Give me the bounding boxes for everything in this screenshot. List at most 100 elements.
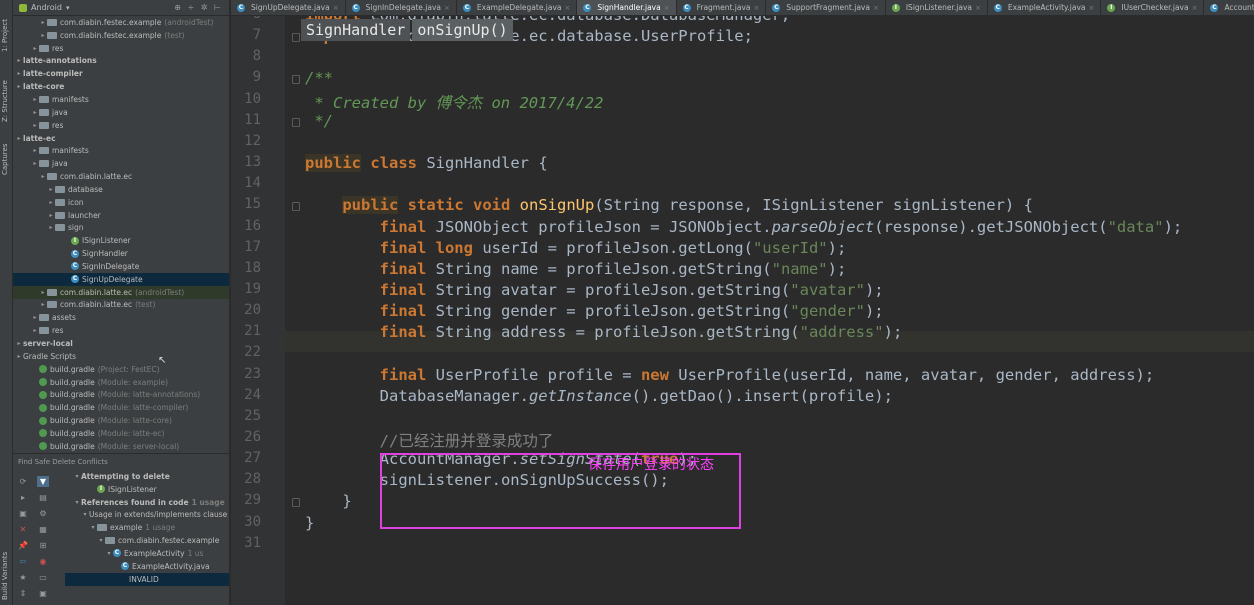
tree-item[interactable]: ▸ icon <box>13 196 229 209</box>
tree-item[interactable]: build.gradle (Project: FestEC) <box>13 363 229 376</box>
tree-item[interactable]: ▸ res <box>13 324 229 337</box>
tree-item[interactable]: ▸ com.diabin.latte.ec (androidTest) <box>13 285 229 299</box>
tree-item[interactable]: ▸ res <box>13 42 229 55</box>
tree-item[interactable]: ▸ server-local <box>13 337 229 350</box>
tree-item[interactable]: ▸ Gradle Scripts <box>13 350 229 363</box>
fold-marker-icon[interactable] <box>292 117 300 127</box>
close-tab-icon[interactable]: × <box>664 4 670 12</box>
breadcrumb-class[interactable]: SignHandler <box>301 19 411 41</box>
project-panel-tools[interactable]: ⊕ ÷ ✲ ⊢ <box>174 3 223 12</box>
breadcrumb-method[interactable]: onSignUp() <box>412 19 513 41</box>
tree-item[interactable]: ▸ java <box>13 157 229 170</box>
tree-toggle-icon[interactable]: ▸ <box>47 224 55 231</box>
tree-toggle-icon[interactable]: ▸ <box>31 147 39 154</box>
find-result-item[interactable]: ▾ References found in code 1 usage <box>65 496 229 509</box>
tree-item[interactable]: build.gradle (Module: example) <box>13 376 229 389</box>
tree-toggle-icon[interactable]: ▸ <box>39 32 47 39</box>
tree-toggle-icon[interactable]: ▸ <box>31 160 39 167</box>
tree-toggle-icon[interactable]: ▸ <box>31 45 39 52</box>
close-tab-icon[interactable]: × <box>444 4 450 12</box>
close-tab-icon[interactable]: × <box>754 4 760 12</box>
tree-item[interactable]: ▸ manifests <box>13 144 229 157</box>
tree-toggle-icon[interactable]: ▸ <box>15 83 23 90</box>
tree-toggle-icon[interactable]: ▸ <box>39 289 47 296</box>
tree-toggle-icon[interactable]: ▸ <box>47 186 55 193</box>
tree-item[interactable]: ▸ res <box>13 119 229 132</box>
tree-item[interactable]: C SignInDelegate <box>13 260 229 273</box>
code-line[interactable]: final UserProfile profile = new UserProf… <box>305 366 1155 384</box>
tree-toggle-icon[interactable]: ▾ <box>97 537 105 544</box>
tree-toggle-icon[interactable]: ▸ <box>15 70 23 77</box>
close-tab-icon[interactable]: × <box>873 4 879 12</box>
tree-toggle-icon[interactable]: ▸ <box>31 327 39 334</box>
record-icon[interactable]: ◉ <box>37 556 49 567</box>
tree-item[interactable]: build.gradle (Module: latte-compiler) <box>13 401 229 414</box>
tree-toggle-icon[interactable]: ▸ <box>39 173 47 180</box>
tree-item[interactable]: ▸ latte-core <box>13 80 229 93</box>
pin-icon[interactable]: ▣ <box>17 508 29 519</box>
structure-tool-tab[interactable]: Z: Structure <box>1 64 12 122</box>
find-result-item[interactable]: ▾ Attempting to delete <box>65 470 229 483</box>
tree-item[interactable]: ▸ latte-ec <box>13 132 229 145</box>
tree-toggle-icon[interactable]: ▸ <box>15 340 23 347</box>
project-tool-tab[interactable]: 1: Project <box>1 4 12 52</box>
close-tab-icon[interactable]: × <box>565 4 571 12</box>
tree-item[interactable]: ▸ assets <box>13 311 229 324</box>
tree-item[interactable]: build.gradle (Module: server-local) <box>13 440 229 453</box>
tree-item[interactable]: build.gradle (Module: latte-ec) <box>13 427 229 440</box>
tree-item[interactable]: ▸ latte-compiler <box>13 67 229 80</box>
tree-item[interactable]: ▸ sign <box>13 222 229 235</box>
fold-marker-icon[interactable] <box>292 75 300 85</box>
tree-toggle-icon[interactable]: ▸ <box>31 314 39 321</box>
settings-icon[interactable]: ⚙ <box>37 508 49 519</box>
fold-marker-icon[interactable] <box>292 498 300 508</box>
tree-toggle-icon[interactable]: ▾ <box>73 473 81 480</box>
find-result-item[interactable]: C ExampleActivity.java <box>65 560 229 573</box>
tree-item[interactable]: ▸ database <box>13 183 229 196</box>
editor-tab[interactable]: C ExampleDelegate.java × <box>457 0 578 15</box>
tree-item[interactable]: ▸ com.diabin.latte.ec <box>13 170 229 183</box>
code-editor[interactable]: 6import com.diabin.latte.ec.database.Dat… <box>231 16 1254 605</box>
tree-item[interactable]: ▸ launcher <box>13 209 229 222</box>
group-icon[interactable]: ▤ <box>37 492 49 503</box>
tree-toggle-icon[interactable]: ▸ <box>39 301 47 308</box>
code-line[interactable]: final JSONObject profileJson = JSONObjec… <box>305 218 1183 236</box>
sort-icon[interactable]: ⇕ <box>17 588 29 599</box>
editor-tab[interactable]: C SignInDelegate.java × <box>346 0 457 15</box>
fold-marker-icon[interactable] <box>292 33 300 43</box>
editor-tab[interactable]: CAccountManager.java× <box>1204 0 1254 15</box>
tree-item[interactable]: build.gradle (Module: latte-annotations) <box>13 388 229 401</box>
find-result-item[interactable]: ▾ example 1 usage <box>65 521 229 534</box>
find-result-item[interactable]: ▾ Usage in extends/implements clause <box>65 509 229 522</box>
code-line[interactable]: final String gender = profileJson.getStr… <box>305 302 884 320</box>
code-line[interactable]: } <box>305 492 351 510</box>
tree-toggle-icon[interactable]: ▸ <box>15 353 23 360</box>
code-line[interactable]: */ <box>305 112 333 130</box>
code-line[interactable]: final String address = profileJson.getSt… <box>305 323 903 341</box>
pin-tab-icon[interactable]: 📌 <box>17 540 29 551</box>
tree-toggle-icon[interactable]: ▸ <box>47 199 55 206</box>
code-line[interactable]: final String avatar = profileJson.getStr… <box>305 281 884 299</box>
tree-toggle-icon[interactable]: ▸ <box>31 122 39 129</box>
code-line[interactable]: final long userId = profileJson.getLong(… <box>305 239 847 257</box>
find-result-item[interactable]: ▾ C ExampleActivity 1 us <box>65 547 229 560</box>
close-tab-icon[interactable]: × <box>333 4 339 12</box>
tree-item[interactable]: ▸ com.diabin.festec.example (test) <box>13 29 229 42</box>
close-tab-icon[interactable]: × <box>975 4 981 12</box>
code-line[interactable]: } <box>305 514 314 532</box>
tree-toggle-icon[interactable]: ▾ <box>81 511 89 518</box>
expand-icon[interactable]: ▸ <box>17 492 29 503</box>
chevron-down-icon[interactable]: ▾ <box>66 4 70 12</box>
tree-item[interactable]: ▸ java <box>13 106 229 119</box>
preview-icon[interactable]: ▣ <box>37 588 49 599</box>
tree-toggle-icon[interactable]: ▾ <box>89 524 97 531</box>
tree-toggle-icon[interactable]: ▸ <box>39 19 47 26</box>
close-icon[interactable]: ✕ <box>17 524 29 535</box>
tree-item[interactable]: ▸ com.diabin.latte.ec (test) <box>13 299 229 312</box>
code-line[interactable]: public static void onSignUp(String respo… <box>305 196 1033 215</box>
tree-item[interactable]: I ISignListener <box>13 234 229 247</box>
editor-tab[interactable]: C SignUpDelegate.java × <box>231 0 346 15</box>
code-line[interactable]: public class SignHandler { <box>305 154 548 173</box>
editor-tab[interactable]: I ISignListener.java × <box>886 0 988 15</box>
tree-item[interactable]: ▸ com.diabin.festec.example (androidTest) <box>13 16 229 29</box>
